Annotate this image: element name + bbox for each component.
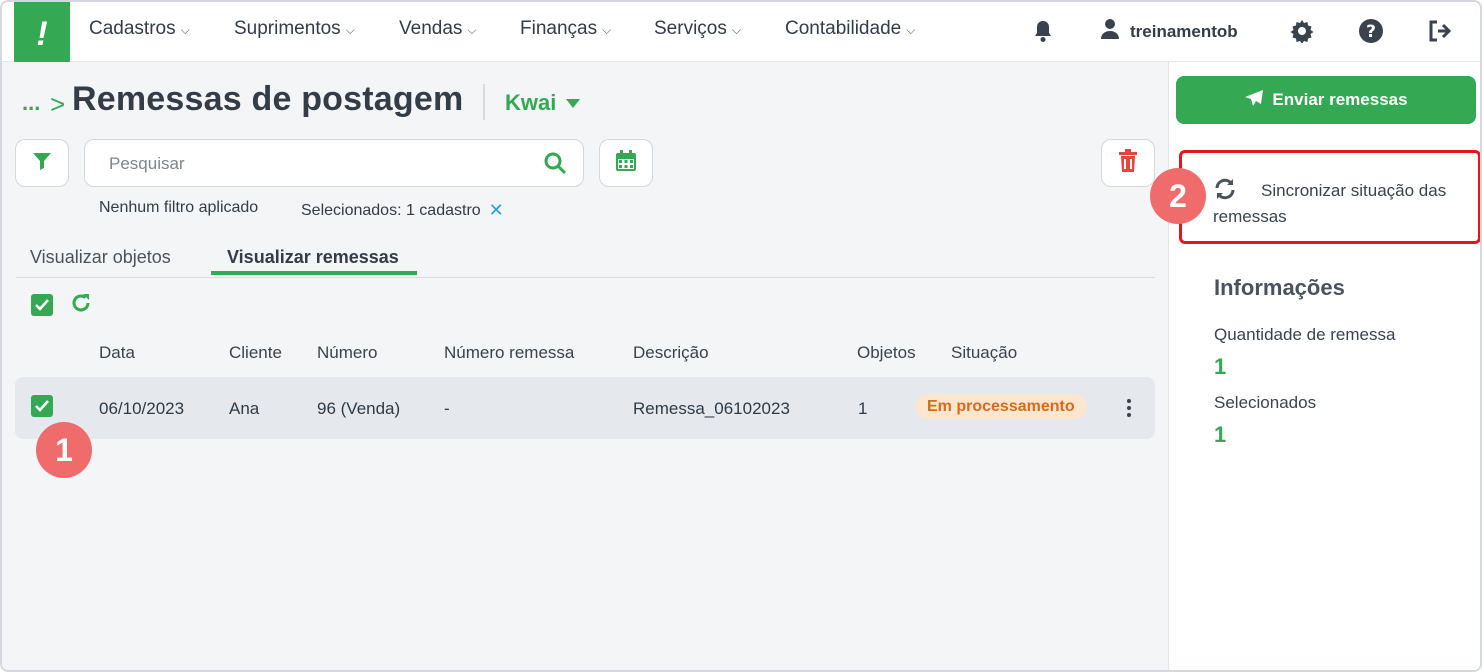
info-section-title: Informações [1214, 275, 1345, 300]
nav-cadastros[interactable]: Cadastros ⌵ [89, 18, 190, 40]
select-all-checkbox[interactable] [31, 294, 53, 316]
sync-status-action[interactable]: Sincronizar situação das remessas [1213, 178, 1480, 230]
filter-icon [32, 152, 52, 175]
selection-status: Selecionados: 1 cadastro ✕ [301, 200, 504, 221]
check-icon [35, 400, 49, 412]
nav-financas-label: Finanças [520, 18, 598, 39]
nav-contabilidade[interactable]: Contabilidade ⌵ [785, 18, 915, 40]
nav-financas[interactable]: Finanças ⌵ [520, 18, 611, 40]
column-header-numero-remessa[interactable]: Número remessa [444, 343, 574, 363]
nav-vendas-label: Vendas [399, 18, 463, 39]
tab-visualizar-remessas[interactable]: Visualizar remessas [227, 247, 399, 268]
paper-plane-icon [1244, 89, 1264, 112]
active-tab-indicator [211, 271, 417, 275]
cell-numero: 96 (Venda) [317, 399, 401, 418]
column-header-numero[interactable]: Número [317, 343, 377, 363]
help-icon[interactable]: ? [1358, 18, 1384, 44]
nav-suprimentos-label: Suprimentos [234, 18, 341, 39]
logout-icon[interactable] [1427, 18, 1453, 44]
date-filter-button[interactable] [599, 139, 653, 187]
row-checkbox[interactable] [31, 395, 53, 417]
chevron-down-icon: ⌵ [345, 23, 355, 37]
svg-text:?: ? [1366, 22, 1376, 42]
selected-value: 1 [1214, 422, 1227, 447]
nav-cadastros-label: Cadastros [89, 18, 176, 39]
column-header-cliente[interactable]: Cliente [229, 343, 282, 363]
cell-cliente: Ana [229, 399, 260, 418]
user-menu[interactable]: treinamentob [1100, 18, 1238, 45]
send-shipments-label: Enviar remessas [1272, 90, 1408, 109]
user-name: treinamentob [1130, 21, 1238, 41]
user-icon [1100, 18, 1120, 45]
cell-descricao: Remessa_06102023 [633, 399, 790, 418]
actions-panel: Enviar remessas Sincronizar situação das… [1150, 62, 1480, 670]
refresh-icon[interactable] [70, 292, 92, 319]
main-content: ... > Remessas de postagem Kwai Pesquisa… [2, 62, 1168, 670]
filter-status: Nenhum filtro aplicado [99, 199, 259, 216]
nav-vendas[interactable]: Vendas ⌵ [399, 18, 477, 40]
filter-button[interactable] [15, 139, 69, 187]
chevron-down-icon: ⌵ [602, 23, 612, 37]
tab-visualizar-objetos[interactable]: Visualizar objetos [30, 247, 171, 268]
search-icon[interactable] [543, 151, 567, 180]
caret-down-icon [566, 98, 581, 108]
status-badge: Em processamento [915, 394, 1087, 419]
qty-value: 1 [1214, 354, 1227, 379]
app-logo[interactable]: ! [14, 2, 70, 66]
chevron-down-icon: ⌵ [906, 23, 916, 37]
chevron-down-icon: ⌵ [180, 23, 190, 37]
column-header-descricao[interactable]: Descrição [633, 343, 709, 363]
trash-icon [1118, 148, 1138, 178]
check-icon [35, 299, 49, 311]
nav-suprimentos[interactable]: Suprimentos ⌵ [234, 18, 355, 40]
title-divider [483, 84, 485, 120]
column-header-situacao[interactable]: Situação [951, 343, 1017, 363]
store-selector[interactable]: Kwai [505, 90, 581, 116]
delete-button[interactable] [1101, 139, 1155, 187]
cell-data: 06/10/2023 [99, 399, 185, 418]
qty-label: Quantidade de remessa [1214, 325, 1396, 344]
nav-servicos[interactable]: Serviços ⌵ [654, 18, 741, 40]
column-header-objetos[interactable]: Objetos [857, 343, 916, 363]
bell-icon[interactable] [1030, 18, 1056, 44]
breadcrumb-back[interactable]: ... [22, 90, 40, 116]
view-tabs: Visualizar objetos Visualizar remessas [16, 240, 1155, 278]
row-actions-icon[interactable] [1119, 395, 1139, 421]
search-box [84, 139, 584, 187]
chevron-down-icon: ⌵ [731, 23, 741, 37]
selection-status-text: Selecionados: 1 cadastro [301, 201, 481, 219]
page-title: Remessas de postagem [72, 80, 464, 118]
column-header-data[interactable]: Data [99, 343, 135, 363]
send-shipments-button[interactable]: Enviar remessas [1176, 76, 1476, 124]
selected-label: Selecionados [1214, 393, 1317, 412]
chevron-down-icon: ⌵ [467, 23, 477, 37]
nav-servicos-label: Serviços [654, 18, 727, 39]
clear-selection-icon[interactable]: ✕ [489, 200, 504, 221]
nav-contabilidade-label: Contabilidade [785, 18, 902, 39]
breadcrumb-arrow: > [50, 89, 66, 119]
cell-objetos: 1 [858, 399, 868, 418]
search-input[interactable] [109, 152, 529, 176]
app-window: ! Cadastros ⌵ Suprimentos ⌵ Vendas ⌵ Fin… [0, 0, 1482, 672]
cell-numero-remessa: - [444, 399, 450, 418]
top-navbar: ! Cadastros ⌵ Suprimentos ⌵ Vendas ⌵ Fin… [2, 2, 1480, 66]
step-marker-1: 1 [36, 422, 92, 478]
calendar-icon [615, 149, 637, 177]
store-label: Kwai [505, 90, 557, 115]
gear-icon[interactable] [1289, 18, 1315, 44]
step-marker-2: 2 [1150, 168, 1206, 224]
